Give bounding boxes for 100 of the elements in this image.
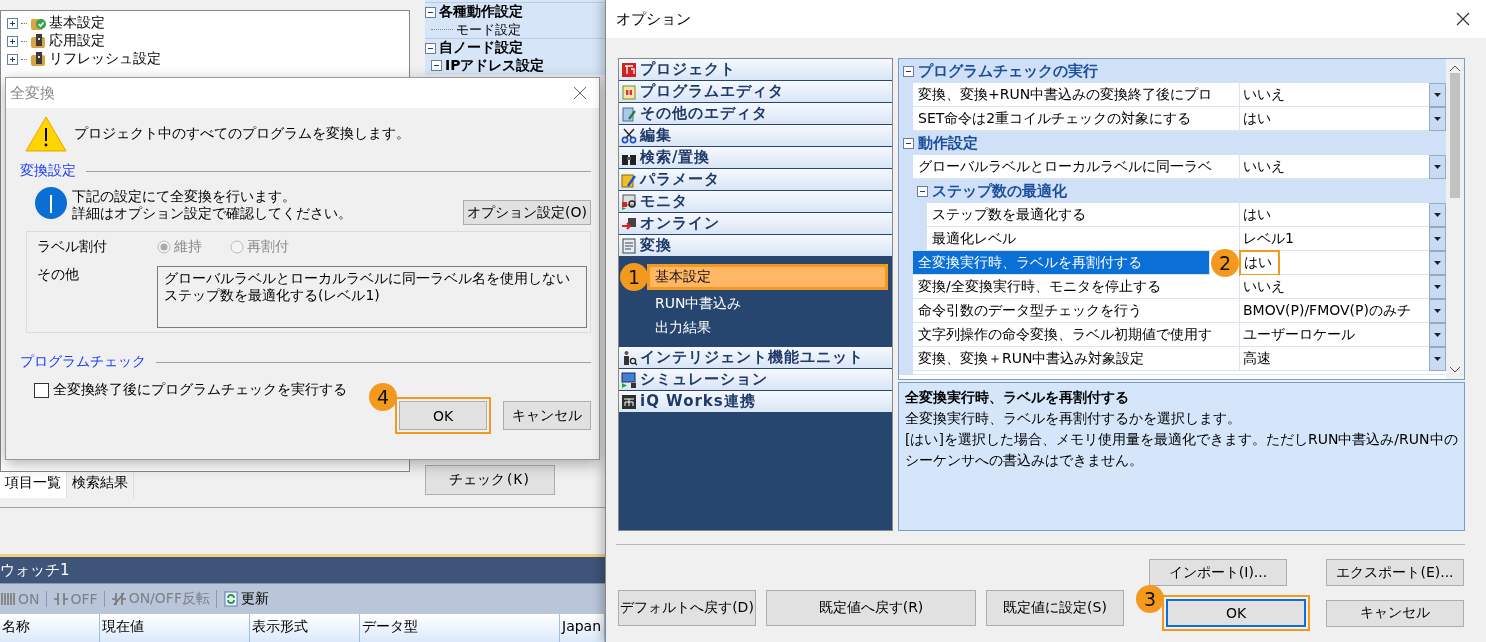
dropdown-arrow-icon [1434,237,1441,241]
dropdown-arrow-icon [1434,213,1441,217]
category-subitem[interactable]: 基本設定 [649,266,886,288]
dialog-button[interactable]: 既定値へ戻す(R) [766,590,976,626]
property-value[interactable]: 高速 [1243,349,1271,368]
scrollbar-thumb[interactable] [1450,73,1460,198]
checkbox [34,382,49,398]
checkbox-option[interactable]: 全変換終了後にプログラムチェックを実行する [20,381,347,399]
category-item[interactable]: パラメータ [619,169,892,191]
tree-item[interactable]: 応用設定 [49,32,105,50]
option-settings-button[interactable]: オプション設定(O) [463,200,591,225]
dropdown-arrow-icon [1434,333,1441,337]
dialog-button[interactable]: エクスポート(E)... [1326,559,1464,586]
dialog-button[interactable]: 既定値に設定(S) [986,590,1124,626]
dropdown-button[interactable] [1429,323,1446,347]
tree-item[interactable]: IPアドレス設定 [445,56,545,75]
category-item[interactable]: オンライン [619,213,892,235]
warning-icon [24,115,68,153]
column-header[interactable]: データ型 [360,614,560,642]
check-button[interactable]: チェック(K) [425,465,555,495]
category-subitem[interactable]: 出力結果 [649,317,886,339]
tree-item[interactable]: リフレッシュ設定 [49,50,161,68]
property-name[interactable]: ステップ数を最適化する [927,203,1240,227]
property-name[interactable]: 全変換実行時、ラベルを再割付する [913,251,1210,275]
dropdown-button[interactable] [1429,275,1446,299]
tree-item[interactable]: 自ノード設定 [439,39,523,57]
category-item[interactable]: プログラムエディタ [619,81,892,103]
message-text: プロジェクト中のすべてのプログラムを変換します。 [74,125,410,143]
parameter-icon [621,171,637,188]
property-name[interactable]: SET命令は2重コイルチェックの対象にする [913,107,1240,131]
column-header[interactable]: 現在値 [100,614,250,642]
dropdown-button[interactable] [1429,107,1446,131]
property-group-header[interactable]: プログラムチェックの実行 [899,59,1446,83]
column-header[interactable]: 表示形式 [250,614,360,642]
tree-item[interactable]: 基本設定 [49,14,105,32]
step-marker: 4 [369,383,397,411]
dialog-button[interactable]: キャンセル [503,401,591,430]
info-text: 詳細はオプション設定で確認してください。 [72,205,352,222]
tab[interactable]: 項目一覧 [0,472,67,498]
property-name[interactable]: 命令引数のデータ型チェックを行う [913,299,1240,323]
off-icon [52,591,69,607]
expand-icon [7,35,18,47]
expand-icon [7,17,18,29]
close-icon [1456,12,1470,26]
toggle-icon [110,591,127,607]
online-icon [621,215,637,232]
folder-icon [30,33,46,49]
property-value[interactable]: いいえ [1243,85,1285,104]
works-icon [621,393,637,410]
summary-line: グローバルラベルとローカルラベルに同一ラベル名を使用しない [164,270,571,287]
dropdown-arrow-icon [1434,285,1441,289]
property-name[interactable]: 変換/全変換実行時、モニタを停止する [913,275,1240,299]
category-item[interactable]: 検索/置換 [619,147,892,169]
field-label: その他 [37,266,80,284]
category-item[interactable]: 編集 [619,125,892,147]
property-value[interactable]: はい [1243,205,1271,224]
property-name[interactable]: グローバルラベルとローカルラベルに同一ラベ [913,155,1240,179]
category-subitem[interactable]: RUN中書込み [649,293,886,315]
step-marker: 3 [1136,585,1164,613]
property-value[interactable]: はい [1243,109,1271,128]
dropdown-button[interactable] [1429,227,1446,251]
category-item[interactable]: 変換 [619,235,892,257]
toolbar-button[interactable]: 更新 [222,590,275,608]
dialog-button[interactable]: デフォルトへ戻す(D) [618,590,756,626]
step-marker: 2 [1211,249,1239,277]
expand-icon [7,53,18,65]
property-name[interactable]: 文字列操作の命令変換、ラベル初期値で使用す [913,323,1240,347]
property-group-header[interactable]: ステップ数の最適化 [899,179,1446,203]
summary-line: ステップ数を最適化する(レベル1) [164,287,381,304]
category-item[interactable]: iQ Works連携 [619,391,892,413]
tree-item[interactable]: モード設定 [456,20,521,39]
dialog-button[interactable]: キャンセル [1326,599,1464,627]
property-value[interactable]: いいえ [1243,277,1285,296]
property-group-header[interactable]: 動作設定 [899,131,1446,155]
scrollbar[interactable] [1446,59,1464,379]
dropdown-arrow-icon [1434,309,1441,313]
dropdown-button[interactable] [1429,347,1446,371]
category-item[interactable]: シミュレーション [619,369,892,391]
category-item[interactable]: プロジェクト [619,59,892,81]
radio-button [230,240,244,254]
category-item[interactable]: モニタ [619,191,892,213]
module-icon [621,349,637,366]
category-item[interactable]: その他のエディタ [619,103,892,125]
property-value[interactable]: いいえ [1243,157,1285,176]
dropdown-button[interactable] [1429,203,1446,227]
column-header[interactable]: 名称 [0,614,100,642]
property-name[interactable]: 変換、変換＋RUN中書込み対象設定 [913,347,1240,371]
dropdown-button[interactable] [1429,83,1446,107]
property-name[interactable]: 最適化レベル [927,227,1240,251]
dropdown-arrow-icon [1434,93,1441,97]
section-title: 変換設定 [20,162,76,180]
property-name[interactable]: 変換、変換+RUN中書込みの変換終了後にプロ [913,83,1240,107]
dropdown-button[interactable] [1429,299,1446,323]
dropdown-button[interactable] [1429,155,1446,179]
group-title: 動作設定 [918,133,978,153]
dialog-button[interactable]: インポート(I)... [1149,559,1287,586]
category-item[interactable]: インテリジェント機能ユニット [619,347,892,369]
dropdown-button[interactable] [1429,251,1446,275]
tree-item[interactable]: 各種動作設定 [439,3,523,21]
description-text: [はい]を選択した場合、メモリ使用量を最適化できます。ただしRUN中書込み/RUN中のシーケンサへの書込みはできません。 [905,430,1458,470]
